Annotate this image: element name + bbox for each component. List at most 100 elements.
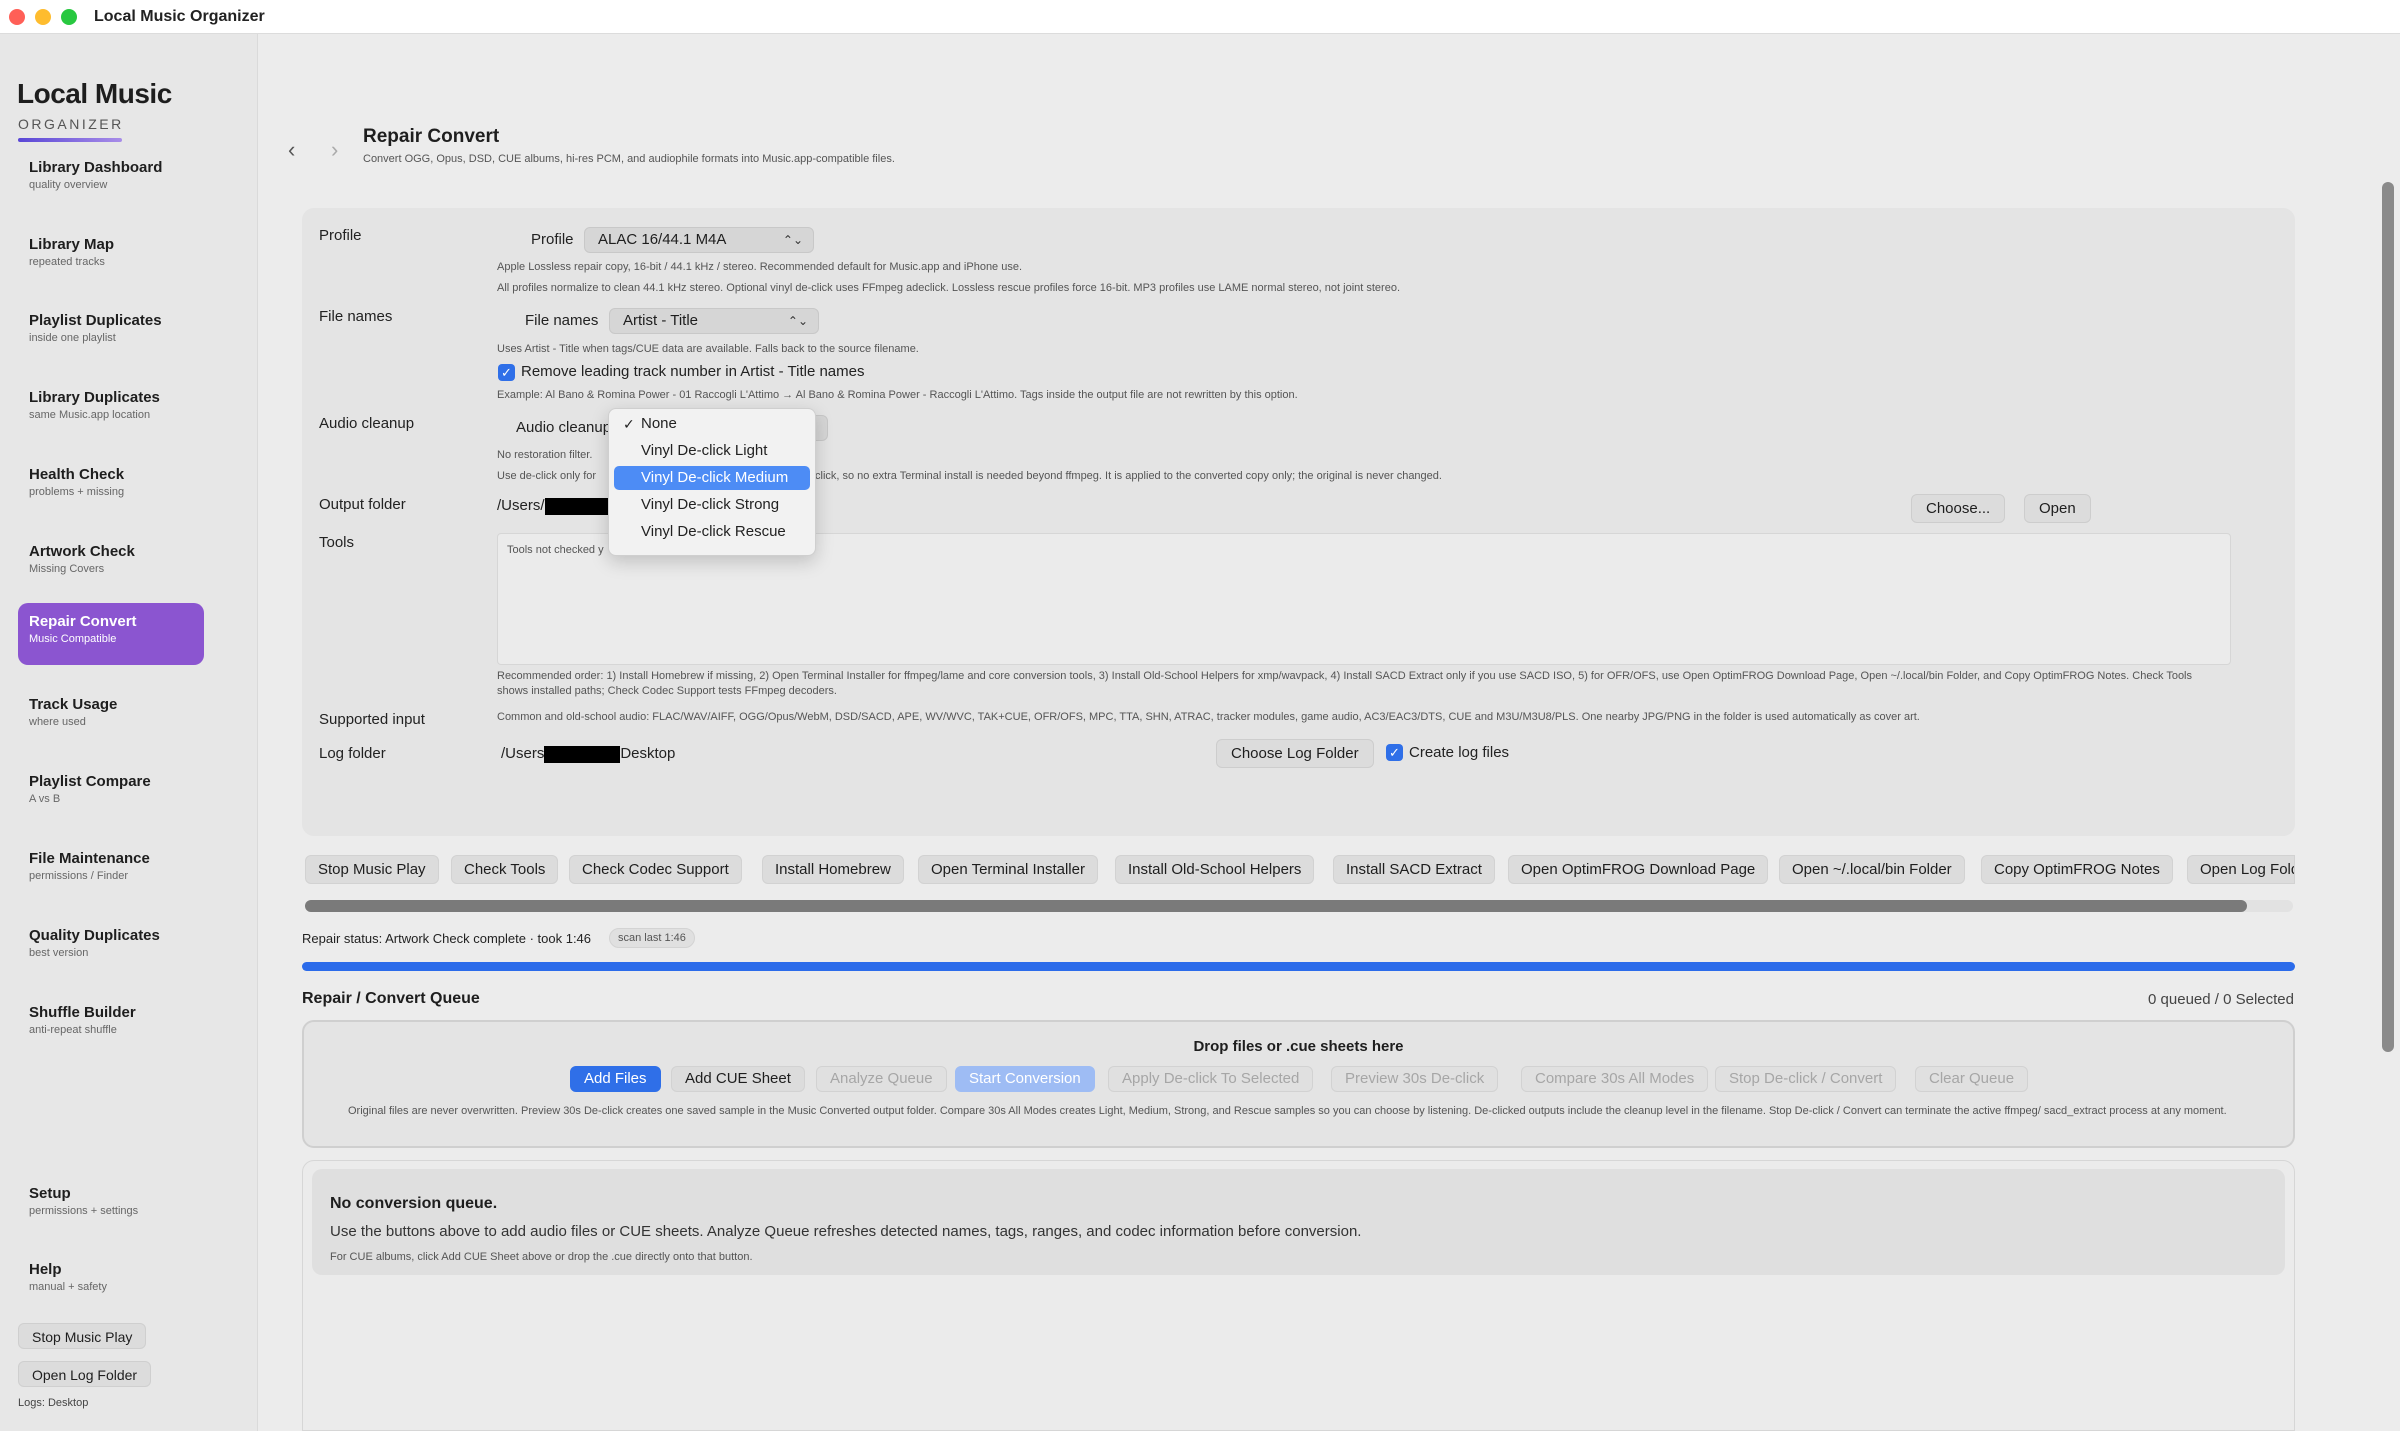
filenames-select-value: Artist - Title — [623, 312, 699, 329]
sidebar-item-label: Health Check — [29, 466, 125, 483]
start-conversion-button[interactable]: Start Conversion — [955, 1066, 1095, 1092]
close-window-button[interactable] — [9, 9, 25, 25]
sidebar-item-label: Library Duplicates — [29, 389, 160, 406]
menu-option-vinyl-de-click-light[interactable]: Vinyl De-click Light — [614, 439, 810, 463]
sidebar-item-playlist-compare[interactable]: Playlist Compare A vs B — [18, 763, 204, 825]
sidebar-item-playlist-duplicates[interactable]: Playlist Duplicates inside one playlist — [18, 302, 204, 364]
sidebar-item-help[interactable]: Help manual + safety — [18, 1251, 204, 1313]
sidebar-item-file-maintenance[interactable]: File Maintenance permissions / Finder — [18, 840, 204, 902]
drop-zone[interactable]: Drop files or .cue sheets here Add Files… — [302, 1020, 2295, 1148]
minimize-window-button[interactable] — [35, 9, 51, 25]
sidebar-item-sublabel: permissions / Finder — [29, 870, 129, 882]
sidebar-item-artwork-check[interactable]: Artwork Check Missing Covers — [18, 533, 204, 595]
menu-option-label: Vinyl De-click Light — [641, 442, 768, 459]
action-install-old-school-helpers-button[interactable]: Install Old-School Helpers — [1115, 855, 1315, 884]
menu-option-label: Vinyl De-click Strong — [641, 496, 780, 513]
redacted-username — [544, 745, 621, 763]
sidebar-item-label: Track Usage — [29, 696, 118, 713]
analyze-queue-button[interactable]: Analyze Queue — [816, 1066, 947, 1092]
sidebar-item-setup[interactable]: Setup permissions + settings — [18, 1175, 204, 1237]
title-bar: Local Music Organizer — [0, 0, 2400, 34]
choose-output-folder-button[interactable]: Choose... — [1911, 494, 2006, 523]
sidebar-item-quality-duplicates[interactable]: Quality Duplicates best version — [18, 917, 204, 979]
chevron-updown-icon: ⌃⌄ — [787, 314, 808, 328]
sidebar-item-library-dashboard[interactable]: Library Dashboard quality overview — [18, 149, 204, 211]
output-folder-path: /Users/ — [497, 497, 625, 515]
sidebar-item-sublabel: permissions + settings — [29, 1205, 139, 1217]
repair-progress-fill — [302, 962, 2295, 971]
sidebar-item-sublabel: Music Compatible — [29, 633, 117, 645]
repair-progress-bar — [302, 962, 2295, 971]
action-check-codec-support-button[interactable]: Check Codec Support — [569, 855, 742, 884]
profile-select[interactable]: ALAC 16/44.1 M4A ⌃⌄ — [584, 227, 814, 253]
menu-option-vinyl-de-click-medium[interactable]: Vinyl De-click Medium — [614, 466, 810, 490]
queue-title: Repair / Convert Queue — [302, 990, 480, 1007]
chevron-updown-icon: ⌃⌄ — [782, 233, 803, 247]
menu-option-vinyl-de-click-rescue[interactable]: Vinyl De-click Rescue — [614, 520, 810, 544]
sidebar-item-sublabel: best version — [29, 947, 89, 959]
sidebar-item-sublabel: Missing Covers — [29, 563, 105, 575]
apply-de-click-to-selected-button[interactable]: Apply De-click To Selected — [1108, 1066, 1314, 1092]
remove-track-number-label: Remove leading track number in Artist - … — [521, 363, 865, 380]
open-output-folder-button[interactable]: Open — [2024, 494, 2091, 523]
menu-option-none[interactable]: ✓ None — [614, 412, 810, 436]
clear-queue-button[interactable]: Clear Queue — [1915, 1066, 2029, 1092]
action-open-terminal-installer-button[interactable]: Open Terminal Installer — [918, 855, 1098, 884]
audio-cleanup-menu: ✓ None Vinyl De-click Light Vinyl De-click … — [608, 408, 816, 556]
choose-log-folder-button[interactable]: Choose Log Folder — [1216, 739, 1374, 768]
action-open-log-fold-button[interactable]: Open Log Fold — [2187, 855, 2295, 884]
sidebar-item-sublabel: quality overview — [29, 179, 108, 191]
sidebar-item-sublabel: anti-repeat shuffle — [29, 1024, 117, 1036]
filenames-select[interactable]: Artist - Title ⌃⌄ — [609, 308, 819, 334]
back-icon[interactable]: ‹ — [288, 137, 295, 163]
create-log-files-checkbox[interactable]: ✓ — [1386, 744, 1403, 761]
zoom-window-button[interactable] — [61, 9, 77, 25]
sidebar-item-label: Playlist Compare — [29, 773, 151, 790]
scan-time-badge: scan last 1:46 — [609, 928, 695, 948]
menu-option-vinyl-de-click-strong[interactable]: Vinyl De-click Strong — [614, 493, 810, 517]
profile-label: Profile — [531, 231, 574, 248]
action-install-homebrew-button[interactable]: Install Homebrew — [762, 855, 904, 884]
sidebar-item-health-check[interactable]: Health Check problems + missing — [18, 456, 204, 518]
sidebar-item-library-duplicates[interactable]: Library Duplicates same Music.app locatio… — [18, 379, 204, 441]
action-open-optimfrog-download-page-button[interactable]: Open OptimFROG Download Page — [1508, 855, 1769, 884]
sidebar-item-sublabel: where used — [29, 716, 86, 728]
remove-track-number-checkbox[interactable]: ✓ — [498, 364, 515, 381]
sidebar-item-shuffle-builder[interactable]: Shuffle Builder anti-repeat shuffle — [18, 994, 204, 1056]
sidebar-item-label: Setup — [29, 1185, 71, 1202]
sidebar-item-label: Playlist Duplicates — [29, 312, 162, 329]
sidebar-item-label: Repair Convert — [29, 613, 137, 630]
action-open-local-bin-folder-button[interactable]: Open ~/.local/bin Folder — [1779, 855, 1965, 884]
filenames-note: Uses Artist - Title when tags/CUE data a… — [497, 343, 919, 355]
profile-normalize-note: All profiles normalize to clean 44.1 kHz… — [497, 282, 1401, 294]
window-title: Local Music Organizer — [94, 8, 265, 25]
compare-30s-all-modes-button[interactable]: Compare 30s All Modes — [1521, 1066, 1709, 1092]
output-path-text: /Users/ — [497, 497, 545, 514]
sidebar-item-track-usage[interactable]: Track Usage where used — [18, 686, 204, 748]
filenames-example: Example: Al Bano & Romina Power - 01 Rac… — [497, 389, 1298, 401]
add-cue-sheet-button[interactable]: Add CUE Sheet — [671, 1066, 805, 1092]
horizontal-scrollbar[interactable] — [305, 900, 2293, 912]
action-stop-music-play-button[interactable]: Stop Music Play — [305, 855, 439, 884]
repair-status-text: Repair status: Artwork Check complete · … — [302, 931, 592, 946]
audio-cleanup-label: Audio cleanup — [516, 419, 612, 436]
add-files-button[interactable]: Add Files — [570, 1066, 661, 1092]
sidebar-item-sublabel: inside one playlist — [29, 332, 116, 344]
sidebar-item-sublabel: problems + missing — [29, 486, 125, 498]
sidebar-item-label: Library Map — [29, 236, 115, 253]
vertical-scrollbar[interactable] — [2382, 182, 2394, 1052]
sidebar: Local Music ORGANIZER Library Dashboard q… — [0, 34, 258, 1431]
stop-de-click-convert-button[interactable]: Stop De-click / Convert — [1715, 1066, 1897, 1092]
action-install-sacd-extract-button[interactable]: Install SACD Extract — [1333, 855, 1495, 884]
action-copy-optimfrog-notes-button[interactable]: Copy OptimFROG Notes — [1981, 855, 2173, 884]
filenames-label: File names — [525, 312, 599, 329]
supported-input-section-label: Supported input — [319, 711, 425, 728]
horizontal-scrollbar-thumb[interactable] — [305, 900, 2247, 912]
sidebar-stop-music-play-button[interactable]: Stop Music Play — [18, 1323, 147, 1349]
forward-icon[interactable]: › — [331, 137, 338, 163]
sidebar-item-repair-convert[interactable]: Repair Convert Music Compatible — [18, 603, 204, 665]
action-check-tools-button[interactable]: Check Tools — [451, 855, 559, 884]
sidebar-item-library-map[interactable]: Library Map repeated tracks — [18, 226, 204, 288]
sidebar-open-log-folder-button[interactable]: Open Log Folder — [18, 1361, 152, 1387]
preview-30s-de-click-button[interactable]: Preview 30s De-click — [1331, 1066, 1499, 1092]
